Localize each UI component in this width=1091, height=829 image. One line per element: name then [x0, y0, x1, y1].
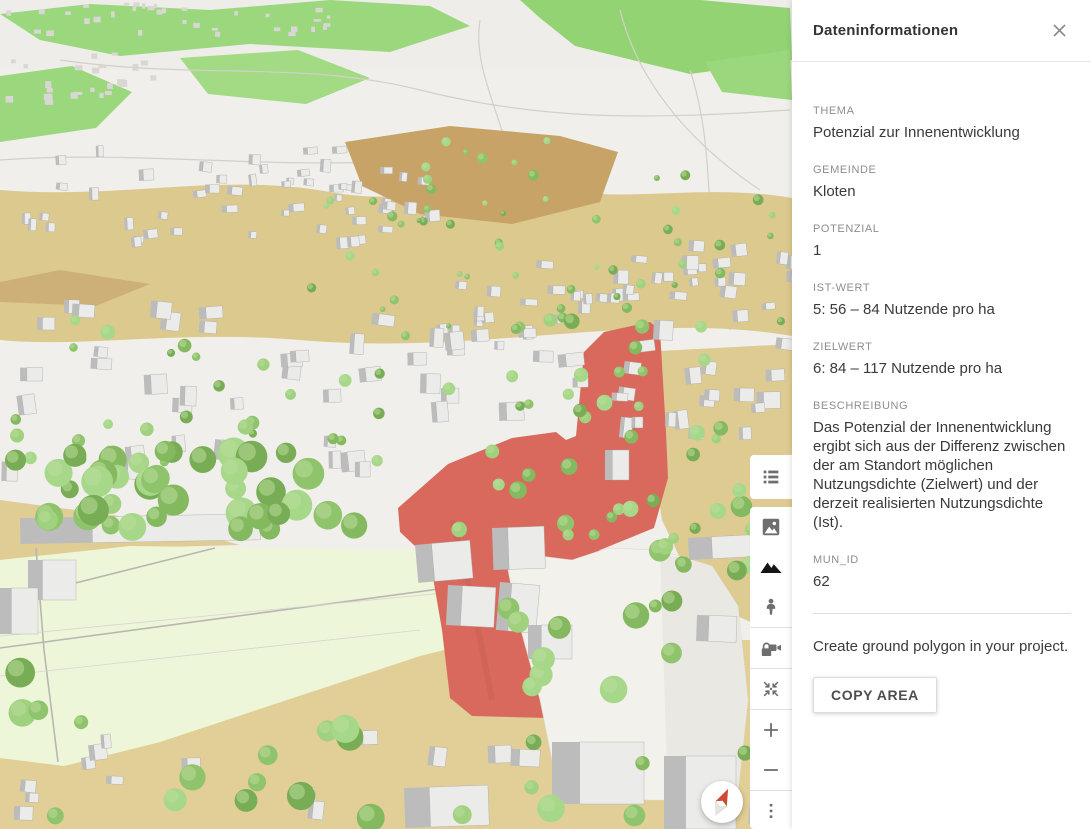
field-label: POTENZIAL — [813, 223, 1071, 235]
field-potenzial: POTENZIAL 1 — [813, 223, 1071, 260]
compass-button[interactable] — [700, 780, 744, 824]
layer-list-icon — [760, 466, 782, 488]
field-label: GEMEINDE — [813, 164, 1071, 176]
field-beschreibung: BESCHREIBUNG Das Potenzial der Innenentw… — [813, 400, 1071, 532]
field-gemeinde: GEMEINDE Kloten — [813, 164, 1071, 201]
terrain-button[interactable] — [750, 547, 792, 587]
more-options-button[interactable] — [750, 791, 792, 829]
panel-title: Dateninformationen — [813, 22, 958, 39]
field-value: Das Potenzial der Innenentwicklung ergib… — [813, 418, 1071, 532]
layer-list-button[interactable] — [750, 455, 792, 499]
close-icon — [1053, 24, 1066, 37]
pedestrian-icon — [760, 596, 782, 618]
farmland — [0, 181, 792, 343]
field-mun-id: MUN_ID 62 — [813, 554, 1071, 591]
zoom-out-icon — [760, 759, 782, 781]
center-view-button[interactable] — [750, 669, 792, 709]
field-label: MUN_ID — [813, 554, 1071, 566]
more-options-icon — [760, 800, 782, 822]
center-view-icon — [760, 678, 782, 700]
field-value: 1 — [813, 241, 1071, 260]
field-value: Kloten — [813, 182, 1071, 201]
panel-divider — [813, 613, 1071, 614]
zoom-in-icon — [760, 719, 782, 741]
zoom-in-button[interactable] — [750, 710, 792, 750]
field-label: ZIELWERT — [813, 341, 1071, 353]
pedestrian-button[interactable] — [750, 587, 792, 627]
basemap-image-icon — [760, 516, 782, 538]
field-value: 5: 56 – 84 Nutzende pro ha — [813, 300, 1071, 319]
lock-camera-icon — [759, 636, 783, 660]
field-thema: THEMA Potenzial zur Innenentwicklung — [813, 105, 1071, 142]
field-label: BESCHREIBUNG — [813, 400, 1071, 412]
panel-body: THEMA Potenzial zur Innenentwicklung GEM… — [792, 62, 1091, 713]
terrain-icon — [759, 555, 783, 579]
zoom-out-button[interactable] — [750, 750, 792, 790]
field-value: 62 — [813, 572, 1071, 591]
field-zielwert: ZIELWERT 6: 84 – 117 Nutzende pro ha — [813, 341, 1071, 378]
field-label: THEMA — [813, 105, 1071, 117]
field-value: 6: 84 – 117 Nutzende pro ha — [813, 359, 1071, 378]
map-toolbar — [750, 507, 792, 829]
copy-area-button[interactable]: COPY AREA — [813, 677, 937, 713]
close-button[interactable] — [1047, 19, 1071, 43]
field-value: Potenzial zur Innenentwicklung — [813, 123, 1071, 142]
basemap-image-button[interactable] — [750, 507, 792, 547]
data-info-panel: Dateninformationen THEMA Potenzial zur I… — [792, 0, 1091, 829]
copy-area-hint: Create ground polygon in your project. — [813, 638, 1071, 655]
panel-header: Dateninformationen — [792, 0, 1091, 62]
lock-camera-button[interactable] — [750, 628, 792, 668]
field-label: IST-WERT — [813, 282, 1071, 294]
compass-icon — [700, 780, 744, 824]
field-ist-wert: IST-WERT 5: 56 – 84 Nutzende pro ha — [813, 282, 1071, 319]
app-window: Dateninformationen THEMA Potenzial zur I… — [0, 0, 1091, 829]
